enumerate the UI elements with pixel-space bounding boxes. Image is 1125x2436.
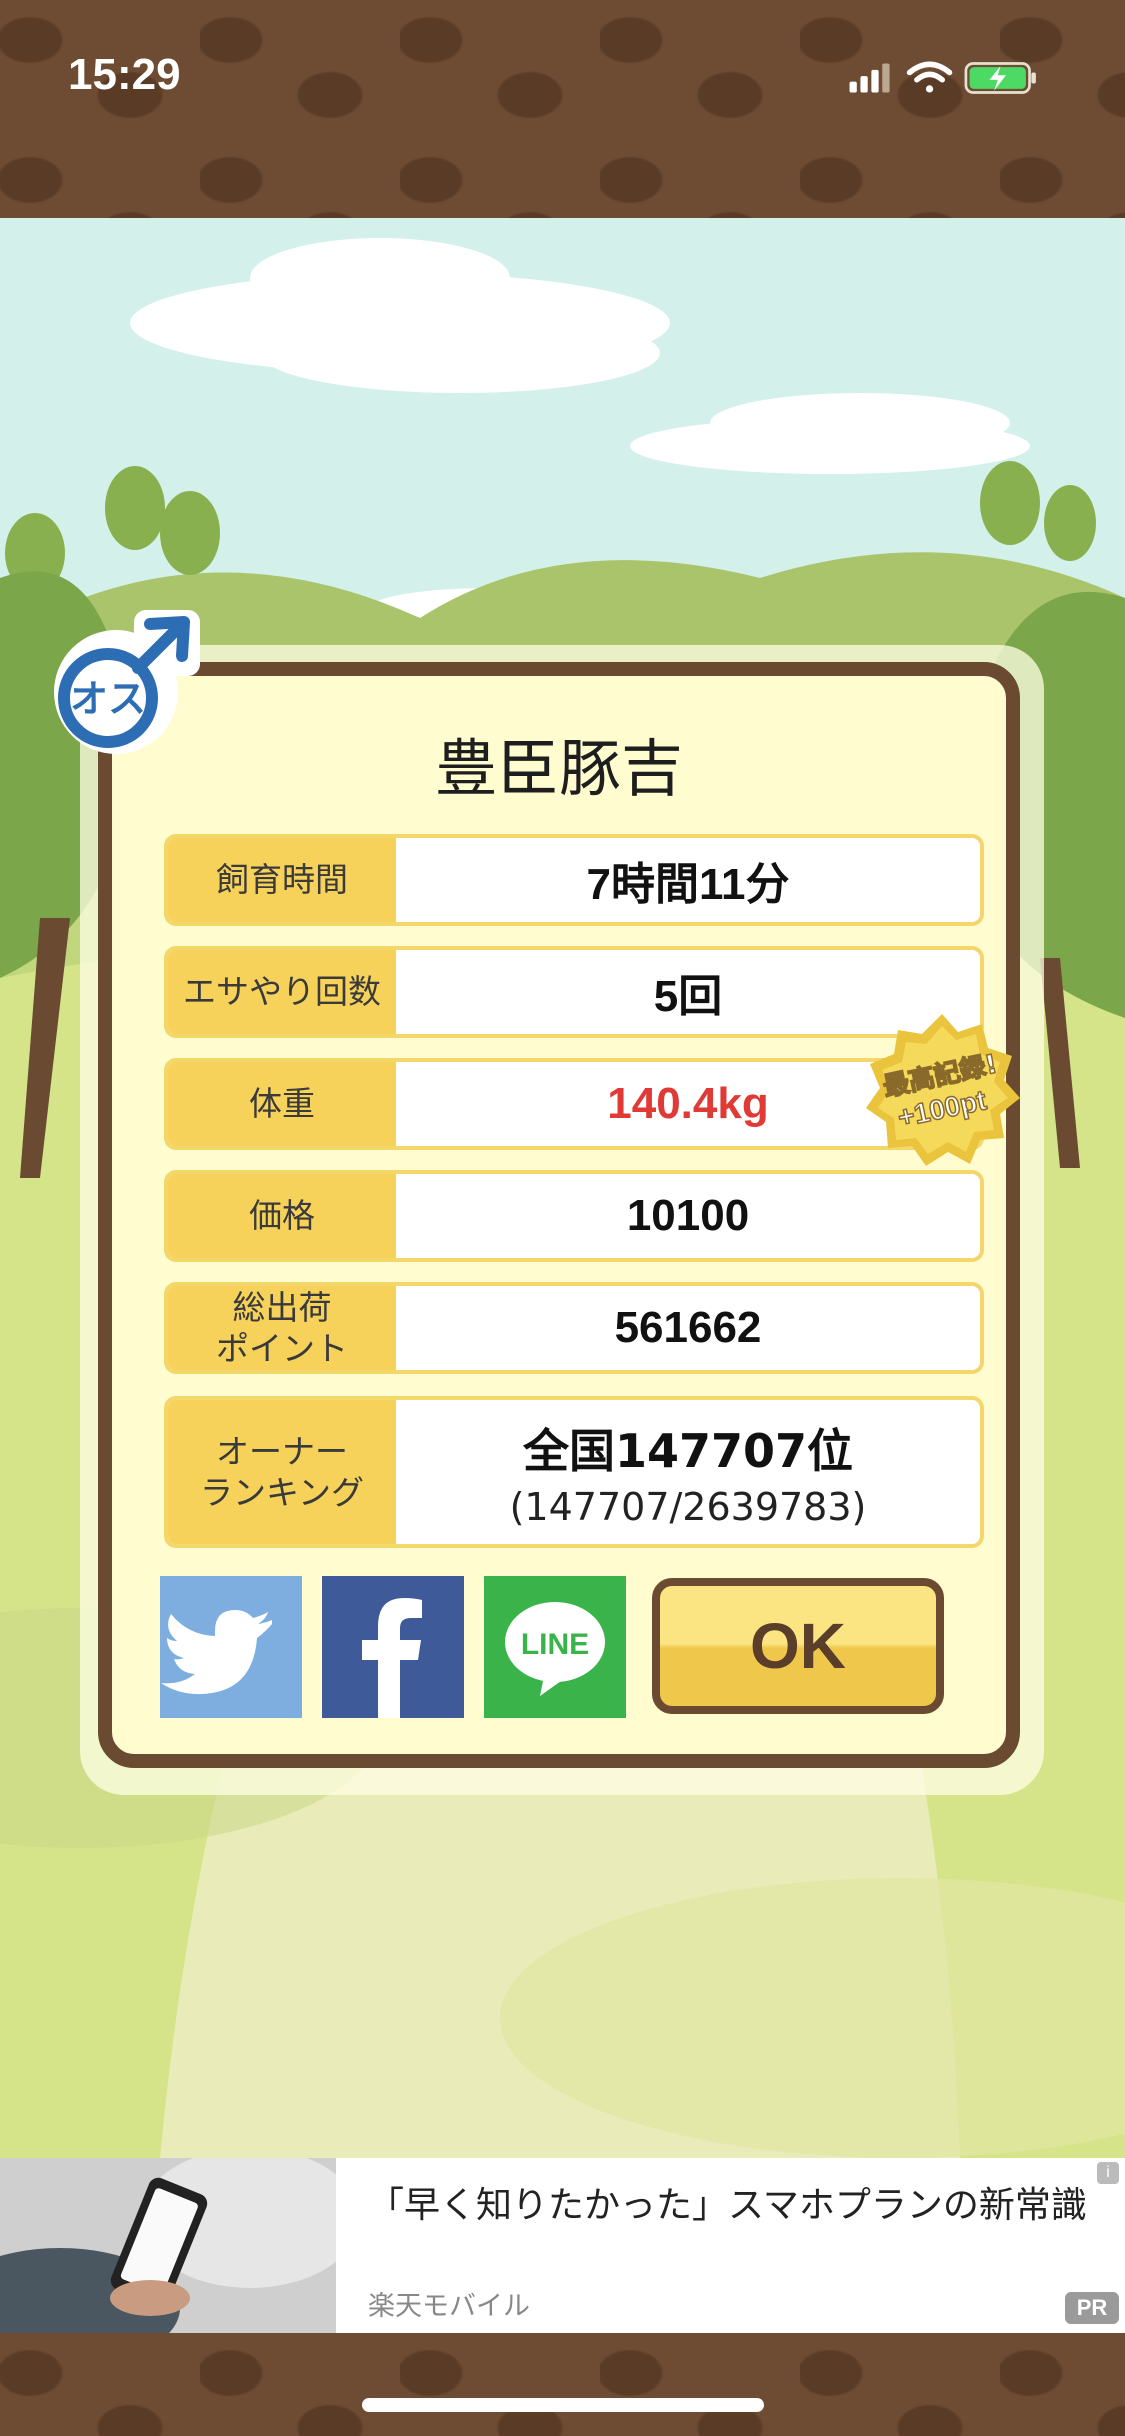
status-icons [849, 61, 1036, 94]
stat-row-price: 価格 10100 [164, 1170, 984, 1262]
status-bar: 15:29 [0, 0, 1125, 218]
line-label: LINE [521, 1628, 589, 1661]
signal-icon [849, 63, 890, 93]
best-record-badge: 最高記録! +100pt [866, 1014, 1020, 1166]
ranking-rank: 全国147707位 [522, 1424, 854, 1478]
line-share-button[interactable]: LINE [484, 1576, 626, 1718]
wifi-icon [906, 61, 953, 93]
result-dialog: 豊臣豚吉 飼育時間 7時間11分 エサやり回数 5回 体重 140.4kg 価格… [98, 662, 1020, 1768]
twitter-share-button[interactable] [160, 1576, 302, 1718]
stat-row-feed-count: エサやり回数 5回 [164, 946, 984, 1038]
home-indicator [362, 2398, 764, 2412]
stat-row-time: 飼育時間 7時間11分 [164, 834, 984, 926]
stat-label: 体重 [168, 1062, 396, 1146]
stat-label: エサやり回数 [168, 950, 396, 1034]
stat-value: 561662 [614, 1303, 762, 1352]
stat-row-weight: 体重 140.4kg [164, 1058, 984, 1150]
line-icon: LINE [505, 1602, 605, 1696]
stat-label: 価格 [168, 1174, 396, 1258]
ad-image [0, 2158, 336, 2333]
stat-label: 飼育時間 [168, 838, 396, 922]
ad-pr-badge: PR [1065, 2292, 1119, 2324]
battery-charging-icon [964, 62, 1036, 94]
ranking-label: オーナー ランキング [168, 1400, 396, 1544]
twitter-bird-icon [161, 1610, 272, 1695]
stat-row-points: 総出荷 ポイント 561662 [164, 1282, 984, 1374]
sex-label: オス [70, 677, 146, 721]
ad-title: 「早く知りたかった」スマホプランの新常識 [368, 2185, 1087, 2226]
bottom-band [0, 2333, 1125, 2436]
facebook-share-button[interactable] [322, 1576, 464, 1718]
ad-info-icon[interactable]: i [1097, 2162, 1119, 2184]
male-sex-badge: オス [54, 610, 200, 754]
ranking-detail: (147707/2639783) [509, 1485, 867, 1529]
facebook-f-icon [362, 1598, 422, 1718]
stat-row-ranking: オーナー ランキング 全国147707位 (147707/2639783) [164, 1396, 984, 1548]
stat-label: 総出荷 ポイント [168, 1286, 396, 1370]
stat-value: 10100 [626, 1191, 750, 1240]
ok-button[interactable]: OK [652, 1578, 944, 1714]
status-time: 15:29 [68, 50, 181, 99]
ad-banner[interactable]: 「早く知りたかった」スマホプランの新常識 楽天モバイル i PR [0, 2158, 1125, 2333]
pig-name: 豊臣豚吉 [434, 732, 683, 805]
stat-value: 7時間11分 [586, 860, 790, 909]
ad-sponsor: 楽天モバイル [368, 2291, 530, 2322]
